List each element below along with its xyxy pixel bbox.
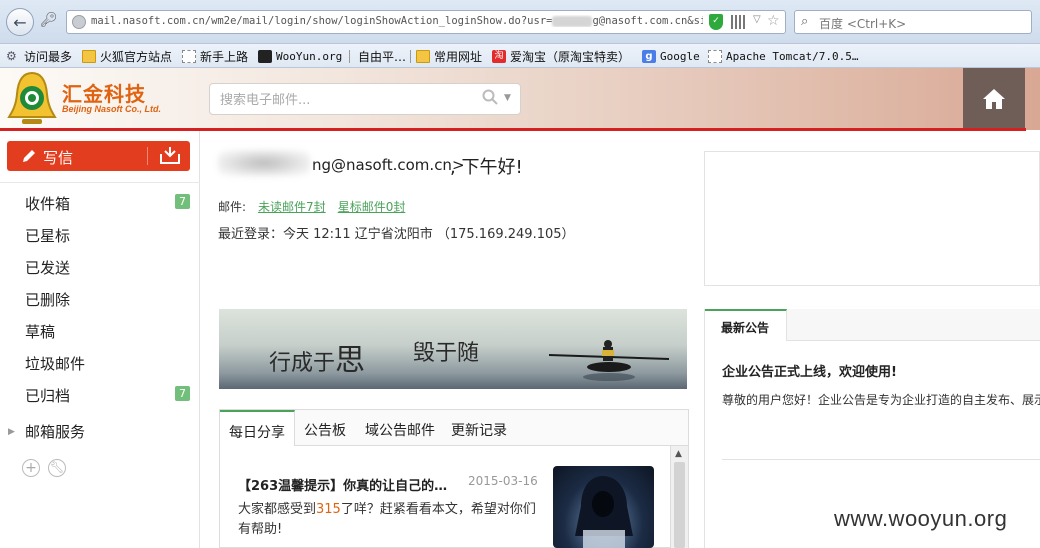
inbox-download-icon[interactable] [159, 147, 181, 165]
notice-divider [722, 459, 1040, 460]
tab-changelog[interactable]: 更新记录 [451, 420, 507, 440]
sidebar-item-starred[interactable]: 已星标 [25, 225, 70, 246]
back-arrow-icon[interactable]: ← [6, 8, 34, 36]
motto-banner: 行成于思 毁于随 [219, 309, 687, 389]
taobao-icon: 淘 [492, 49, 506, 63]
bookmark-most-visited[interactable]: ⚙ 访问最多 [6, 48, 72, 64]
bookmark-wooyun[interactable]: WooYun.org [258, 48, 342, 64]
inbox-unread-badge: 7 [175, 194, 190, 209]
bookmark-tomcat[interactable]: Apache Tomcat/7.0.5… [708, 48, 858, 64]
wrench-icon[interactable]: 🔧︎ [48, 459, 66, 477]
vertical-scrollbar[interactable]: ▲ [670, 446, 688, 548]
archived-badge: 7 [175, 386, 190, 401]
search-icon: ⌕ [801, 14, 809, 29]
mail-search[interactable]: ▼ [209, 83, 521, 115]
redacted-name [218, 150, 310, 176]
add-folder-icon[interactable]: + [22, 459, 40, 477]
sidebar-item-mail-services[interactable]: 邮箱服务 [25, 421, 85, 442]
scrollbar-thumb[interactable] [674, 462, 685, 548]
chevron-right-icon[interactable]: ▶ [8, 427, 15, 437]
bookmark-taobao[interactable]: 淘爱淘宝（原淘宝特卖） [492, 48, 630, 64]
greeting-text: , 下午好! [450, 157, 523, 178]
bell-logo-icon[interactable] [6, 70, 58, 126]
banner-motto-left: 行成于思 [269, 343, 366, 378]
bookmark-freedom[interactable]: 自由平… [358, 48, 406, 64]
key-icon[interactable]: 🔑︎ [40, 12, 58, 30]
logo-subtitle: Beijing Nasoft Co., Ltd. [62, 104, 161, 114]
mail-stats: 邮件: 未读邮件7封 星标邮件0封 [218, 198, 405, 215]
starred-mail-link[interactable]: 星标邮件0封 [338, 200, 406, 214]
folder-icon [82, 49, 96, 63]
share-article-thumbnail[interactable] [553, 466, 654, 548]
browser-toolbar: ← 🔑︎ mail.nasoft.com.cn/wm2e/mail/login/… [0, 0, 1040, 44]
notice-tab-bar: 最新公告 [705, 309, 1040, 341]
last-login-info: 最近登录：今天 12:11 辽宁省沈阳市 （175.169.249.105） [218, 227, 575, 242]
sidebar-item-deleted[interactable]: 已删除 [25, 289, 70, 310]
home-button[interactable] [963, 68, 1025, 130]
address-bar[interactable]: mail.nasoft.com.cn/wm2e/mail/login/show/… [66, 10, 786, 34]
sidebar-item-archived[interactable]: 已归档 [25, 385, 70, 406]
share-article-date: 2015-03-16 [468, 474, 538, 488]
chevron-down-icon[interactable]: ▼ [504, 93, 511, 103]
tab-bar: 每日分享 公告板 域公告邮件 更新记录 [220, 410, 688, 446]
compose-button[interactable]: 写信 [7, 141, 190, 171]
bookmark-separator [410, 50, 411, 63]
mail-label: 邮件: [218, 200, 247, 214]
sidebar-item-inbox[interactable]: 收件箱 [25, 193, 70, 214]
greeting-email: ng@nasoft.com.cn> [312, 156, 465, 174]
unread-mail-link[interactable]: 未读邮件7封 [258, 200, 326, 214]
tab-domain-notice[interactable]: 域公告邮件 [365, 420, 435, 440]
sidebar-item-spam[interactable]: 垃圾邮件 [25, 353, 85, 374]
star-icon[interactable]: ☆ [767, 13, 780, 29]
watermark-text: www.wooyun.org [834, 506, 1008, 531]
globe-icon [72, 15, 86, 29]
folder-icon [416, 49, 430, 63]
scroll-up-icon[interactable]: ▲ [675, 449, 682, 459]
bookmark-firefox-site[interactable]: 火狐官方站点 [82, 48, 172, 64]
notice-title[interactable]: 企业公告正式上线，欢迎使用! [722, 361, 897, 380]
shield-icon[interactable]: ✓ [709, 14, 723, 30]
page-icon [708, 49, 722, 63]
bookmark-google[interactable]: g Google [642, 48, 700, 64]
boat-illustration-icon [549, 340, 669, 381]
bookmark-separator [349, 50, 350, 63]
right-info-box [704, 151, 1040, 286]
share-article-title[interactable]: 【263温馨提示】你真的让自己的… [238, 475, 447, 494]
redacted-username [552, 15, 593, 27]
qr-code-icon[interactable] [731, 15, 745, 29]
gear-icon: ⚙ [6, 48, 17, 63]
bookmarks-bar: ⚙ 访问最多 火狐官方站点 新手上路 WooYun.org 自由平… 常用网址 淘… [0, 44, 1040, 68]
chevron-down-icon[interactable]: ▽ [753, 14, 761, 25]
sidebar-item-drafts[interactable]: 草稿 [25, 321, 55, 342]
home-icon [983, 89, 1005, 109]
page-icon [182, 49, 196, 63]
sidebar-separator [0, 182, 200, 183]
daily-share-panel: 每日分享 公告板 域公告邮件 更新记录 【263温馨提示】你真的让自己的… 20… [219, 409, 689, 548]
wooyun-icon [258, 49, 272, 63]
url-text[interactable]: mail.nasoft.com.cn/wm2e/mail/login/show/… [91, 15, 703, 27]
compose-label: 写信 [43, 149, 74, 167]
tab-bulletin[interactable]: 公告板 [304, 420, 346, 440]
sidebar: 写信 收件箱 7 已星标 已发送 已删除 草稿 垃圾邮件 已归档 7 ▶ 邮箱服… [0, 131, 200, 548]
search-icon[interactable] [482, 89, 498, 105]
google-icon: g [642, 49, 656, 63]
logo-title: 汇金科技 [62, 82, 146, 106]
compose-divider [147, 147, 148, 165]
tab-latest-notice[interactable]: 最新公告 [705, 309, 787, 341]
banner-motto-right: 毁于随 [413, 341, 480, 366]
bookmark-getting-started[interactable]: 新手上路 [182, 48, 248, 64]
pen-icon [23, 150, 35, 162]
browser-search-placeholder: 百度 <Ctrl+K> [819, 17, 907, 31]
browser-search-field[interactable]: ⌕ 百度 <Ctrl+K> [794, 10, 1032, 34]
mail-search-input[interactable] [220, 91, 470, 109]
notice-text: 尊敬的用户您好！企业公告是专为企业打造的自主发布、展示 [722, 393, 1040, 407]
share-article-body: 大家都感受到315了咩？赶紧看看本文，希望对你们有帮助! [238, 502, 536, 537]
tab-daily-share[interactable]: 每日分享 [220, 410, 295, 446]
hooded-figure-icon [575, 476, 633, 548]
sidebar-item-sent[interactable]: 已发送 [25, 257, 70, 278]
bookmark-common-sites[interactable]: 常用网址 [416, 48, 482, 64]
